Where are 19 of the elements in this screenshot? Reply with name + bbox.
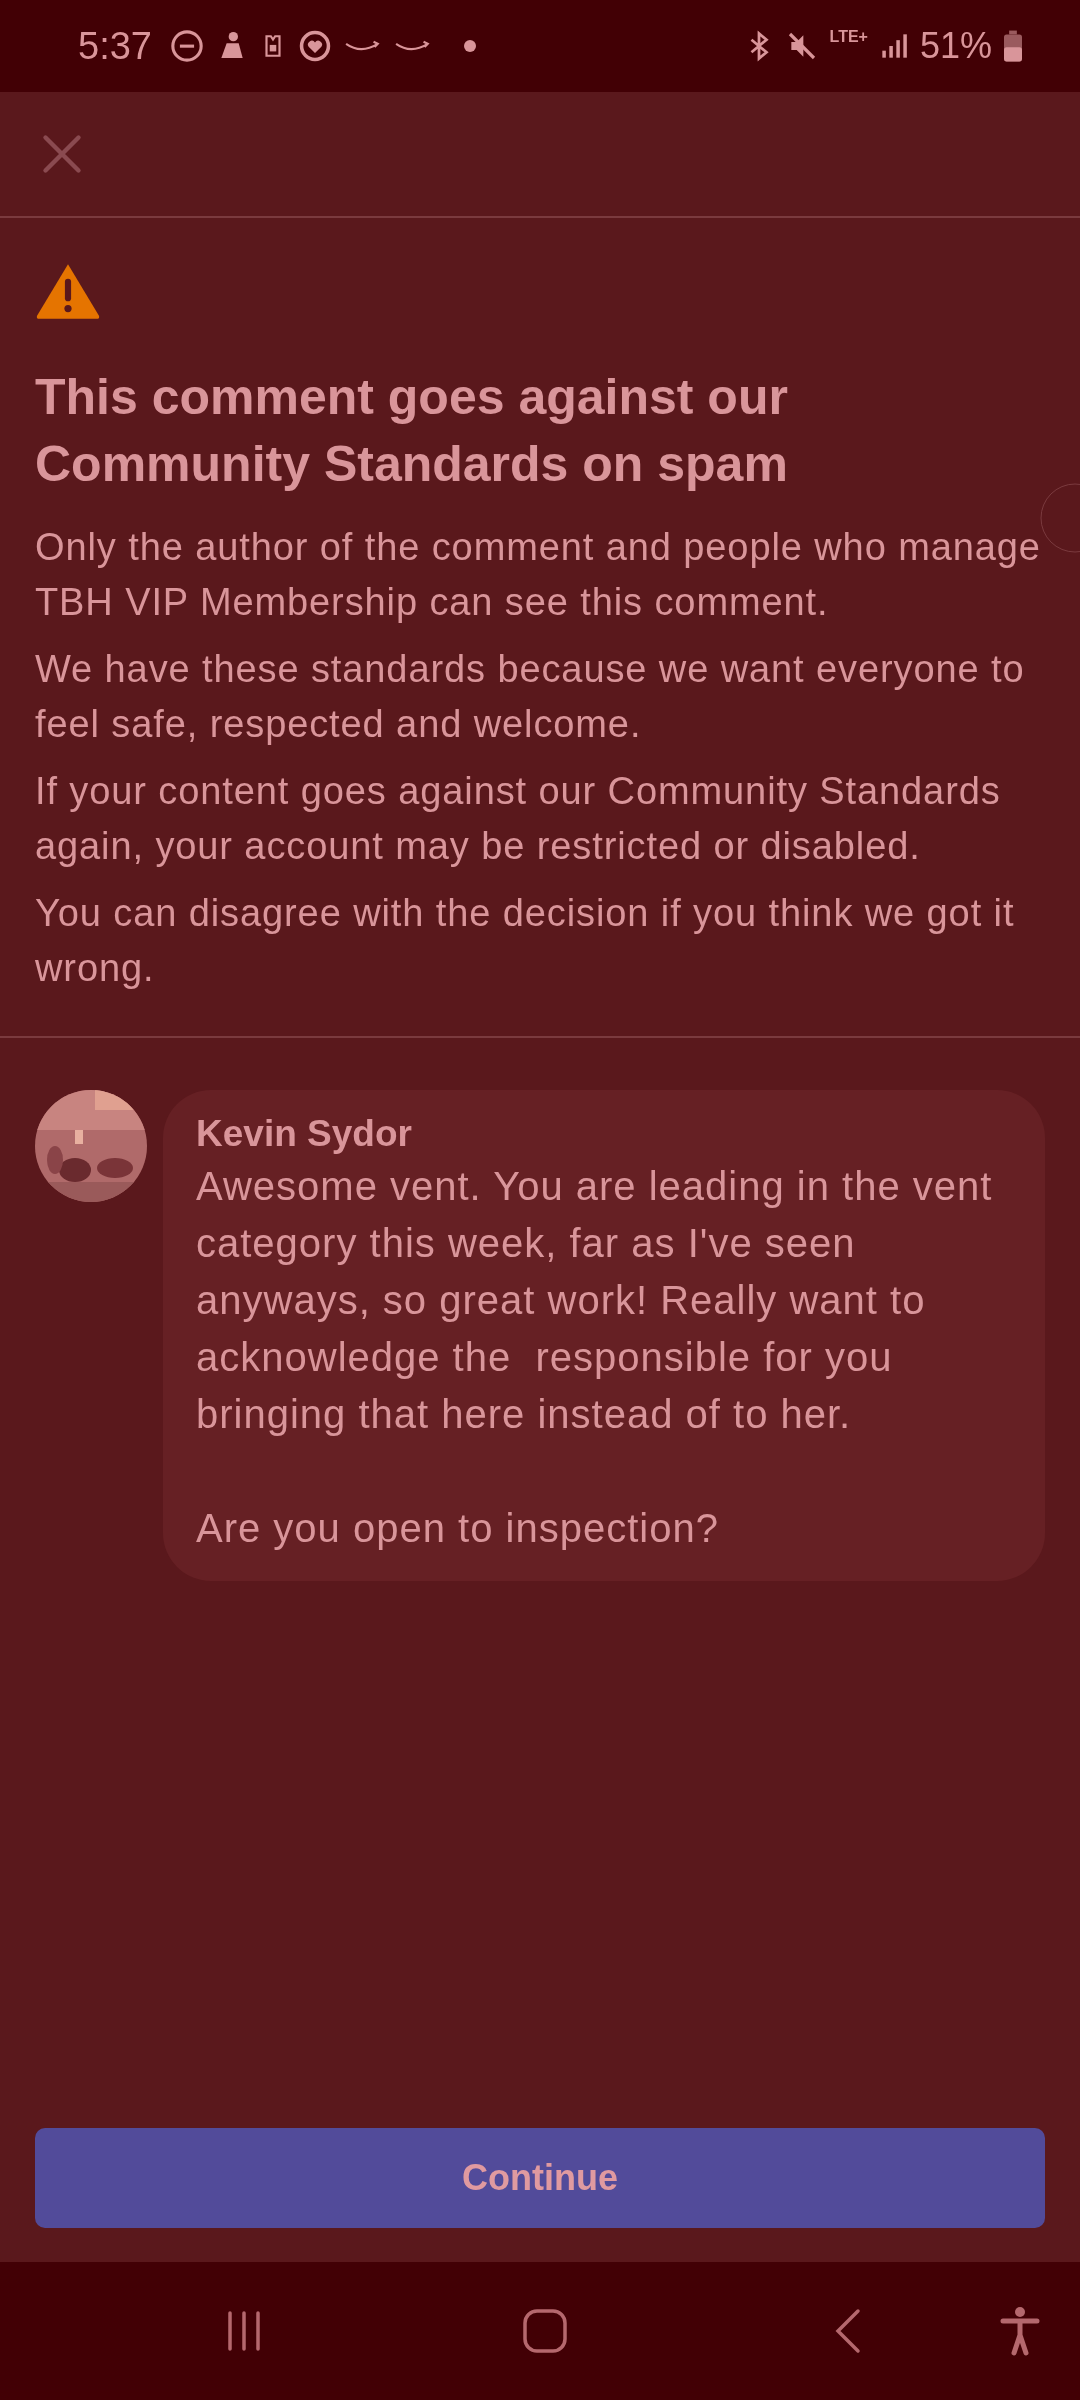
heart-ring-icon	[297, 29, 332, 63]
comment-text: Awesome vent. You are leading in the vent category this week, far as I've seen anyways, so great work! Really want to acknowledge the responsible for you bringing that here instead of to her. Are you open to inspection?	[196, 1163, 994, 1552]
notice-paragraph: You can disagree with the decision if you think we got it wrong.	[35, 891, 1016, 991]
notice-paragraph: If your content goes against our Community Standards again, your account may be restricted or disabled.	[35, 769, 1002, 869]
warning-icon	[35, 262, 101, 320]
accessibility-icon[interactable]	[1000, 2306, 1040, 2356]
dot-icon	[463, 40, 476, 52]
clock: 5:37	[78, 24, 152, 68]
notice-paragraph: We have these standards because we want everyone to feel safe, respected and welcome.	[35, 647, 1026, 747]
comment-author: Kevin Sydor	[196, 1112, 413, 1156]
battery-percent: 51%	[919, 25, 992, 67]
continue-button[interactable]: Continue	[35, 2128, 1045, 2228]
do-not-disturb-icon	[169, 29, 204, 63]
notice-paragraph: Only the author of the comment and people who manage TBH VIP Membership can see this comment.	[35, 525, 1042, 625]
home-icon[interactable]	[522, 2308, 568, 2354]
battery-icon	[1004, 30, 1022, 62]
back-icon[interactable]	[833, 2308, 863, 2354]
notice-title: This comment goes against our Community Standards on spam	[35, 368, 789, 494]
network-type: LTE+	[829, 28, 868, 46]
